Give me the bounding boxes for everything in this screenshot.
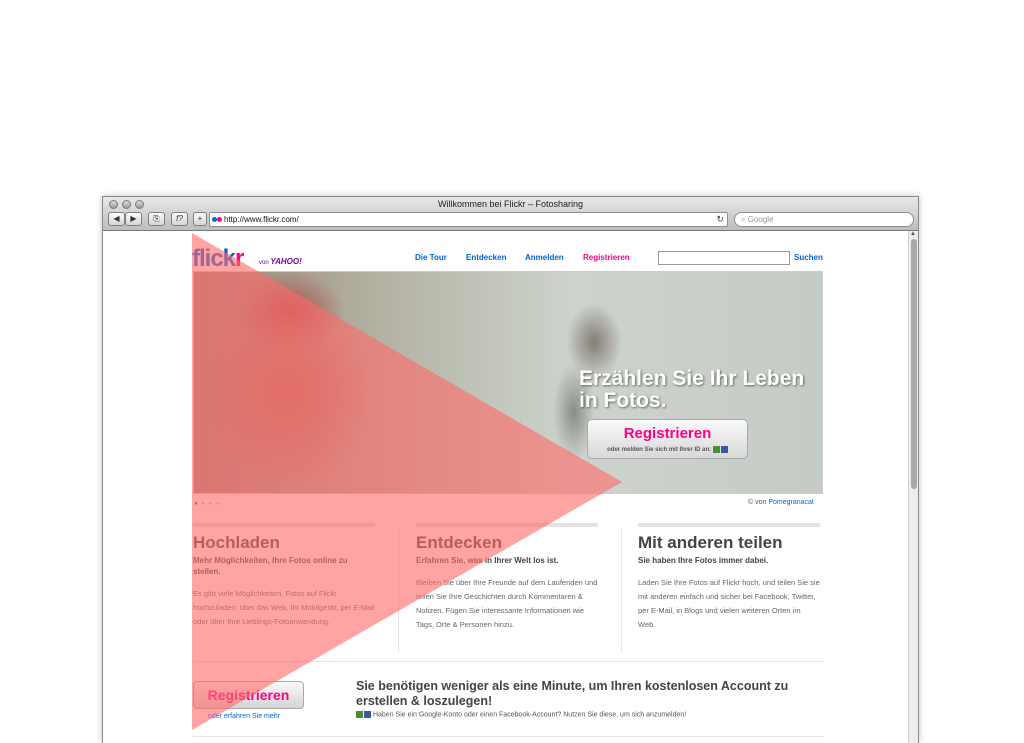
feature-explore: Entdecken Erfahren Sie, was in Ihrer Wel… [416, 523, 598, 632]
feature-title: Entdecken [416, 533, 502, 552]
vertical-scrollbar[interactable]: ▲ [908, 231, 918, 743]
learn-more-link[interactable]: oder erfahren Sie mehr [208, 713, 280, 720]
snapback-button[interactable]: f? [171, 212, 188, 226]
feature-divider [193, 523, 375, 527]
favicon-pink-dot [217, 217, 222, 223]
yahoo-logo: YAHOO! [270, 257, 302, 266]
carousel-dots[interactable]: ● ● ● ● [194, 501, 221, 507]
flickr-logo[interactable]: flickr [192, 245, 244, 273]
yahoo-byline: von YAHOO! [259, 257, 302, 266]
nav-signin-link[interactable]: Anmelden [525, 253, 564, 262]
facebook-icon[interactable] [364, 711, 371, 718]
photo-credit: © von Pomegranacat [748, 499, 814, 506]
site-search-input[interactable] [658, 251, 790, 265]
feature-subtitle: Mehr Möglichkeiten, Ihre Fotos online zu… [193, 556, 348, 576]
credit-prefix: © von [748, 499, 767, 506]
address-bar[interactable]: http://www.flickr.com/ ↻ [209, 212, 728, 227]
feature-subtitle: Sie haben Ihre Fotos immer dabei. [638, 556, 769, 565]
feature-divider [416, 523, 598, 527]
google-icon[interactable] [712, 446, 720, 453]
footer-divider [193, 736, 824, 737]
signup-note-text: Haben Sie ein Google-Konto oder einen Fa… [372, 711, 687, 719]
feature-upload: Hochladen Mehr Möglichkeiten, Ihre Fotos… [193, 523, 375, 629]
credit-author-link[interactable]: Pomegranacat [768, 499, 814, 506]
hero-signup-button[interactable]: Registrieren oder melden Sie sich mit Ih… [587, 419, 748, 459]
signup-note: Haben Sie ein Google-Konto oder einen Fa… [356, 711, 686, 718]
hero-signin-hint: oder melden Sie sich mit Ihrer ID an: [588, 446, 747, 453]
byline-von: von [259, 260, 269, 266]
nav-explore-link[interactable]: Entdecken [466, 253, 506, 262]
hero-signin-text: oder melden Sie sich mit Ihrer ID an: [607, 447, 712, 454]
signup-button[interactable]: Registrieren [193, 681, 304, 709]
section-divider [193, 661, 824, 662]
feature-title: Hochladen [193, 533, 280, 552]
column-separator [621, 527, 622, 652]
browser-search-field[interactable]: ⌕ Google [734, 212, 914, 227]
feature-body: Laden Sie Ihre Fotos auf Flickr hoch, un… [638, 578, 820, 629]
feature-body: Es gibt viele Möglichkeiten, Fotos auf F… [193, 589, 375, 626]
carousel-dot-active[interactable]: ● [194, 501, 199, 507]
feature-share: Mit anderen teilen Sie haben Ihre Fotos … [638, 523, 820, 632]
feature-title: Mit anderen teilen [638, 533, 783, 552]
site-search-button[interactable]: Suchen [794, 253, 823, 262]
back-button[interactable]: ◀ [108, 212, 125, 226]
window-title: Willkommen bei Flickr – Fotosharing [437, 199, 584, 209]
browser-search-placeholder: Google [747, 215, 774, 224]
nav-signup-link[interactable]: Registrieren [583, 253, 630, 262]
feature-divider [638, 523, 820, 527]
hero-banner: Erzählen Sie Ihr Leben in Fotos. Registr… [193, 271, 823, 494]
feature-body: Bleiben Sie über Ihre Freunde auf dem La… [416, 578, 598, 629]
hero-signup-label: Registrieren [623, 425, 712, 442]
history-icon[interactable]: ⎘ [148, 212, 165, 226]
forward-button[interactable]: ▶ [125, 212, 142, 226]
hero-headline: Erzählen Sie Ihr Leben in Fotos. [579, 367, 805, 412]
title-bar: Willkommen bei Flickr – Fotosharing ◀ ▶ … [103, 197, 918, 231]
add-bookmark-button[interactable]: + [193, 212, 207, 226]
reload-icon[interactable]: ↻ [716, 213, 724, 226]
feature-subtitle: Erfahren Sie, was in Ihrer Welt los ist. [416, 556, 559, 565]
scrollbar-thumb[interactable] [911, 239, 917, 489]
facebook-icon[interactable] [720, 446, 728, 453]
nav-tour-link[interactable]: Die Tour [415, 253, 447, 262]
signup-heading: Sie benötigen weniger als eine Minute, u… [356, 679, 789, 708]
browser-window: Willkommen bei Flickr – Fotosharing ◀ ▶ … [102, 196, 919, 743]
logo-text-blue: flick [192, 245, 236, 272]
google-icon[interactable] [356, 711, 363, 718]
column-separator [398, 527, 399, 652]
url-text: http://www.flickr.com/ [224, 215, 299, 224]
search-icon: ⌕ [741, 215, 746, 224]
web-page: flickr von YAHOO! Die Tour Entdecken Anm… [103, 231, 909, 743]
logo-text-pink: r [235, 245, 244, 272]
scroll-up-icon[interactable]: ▲ [910, 231, 916, 237]
